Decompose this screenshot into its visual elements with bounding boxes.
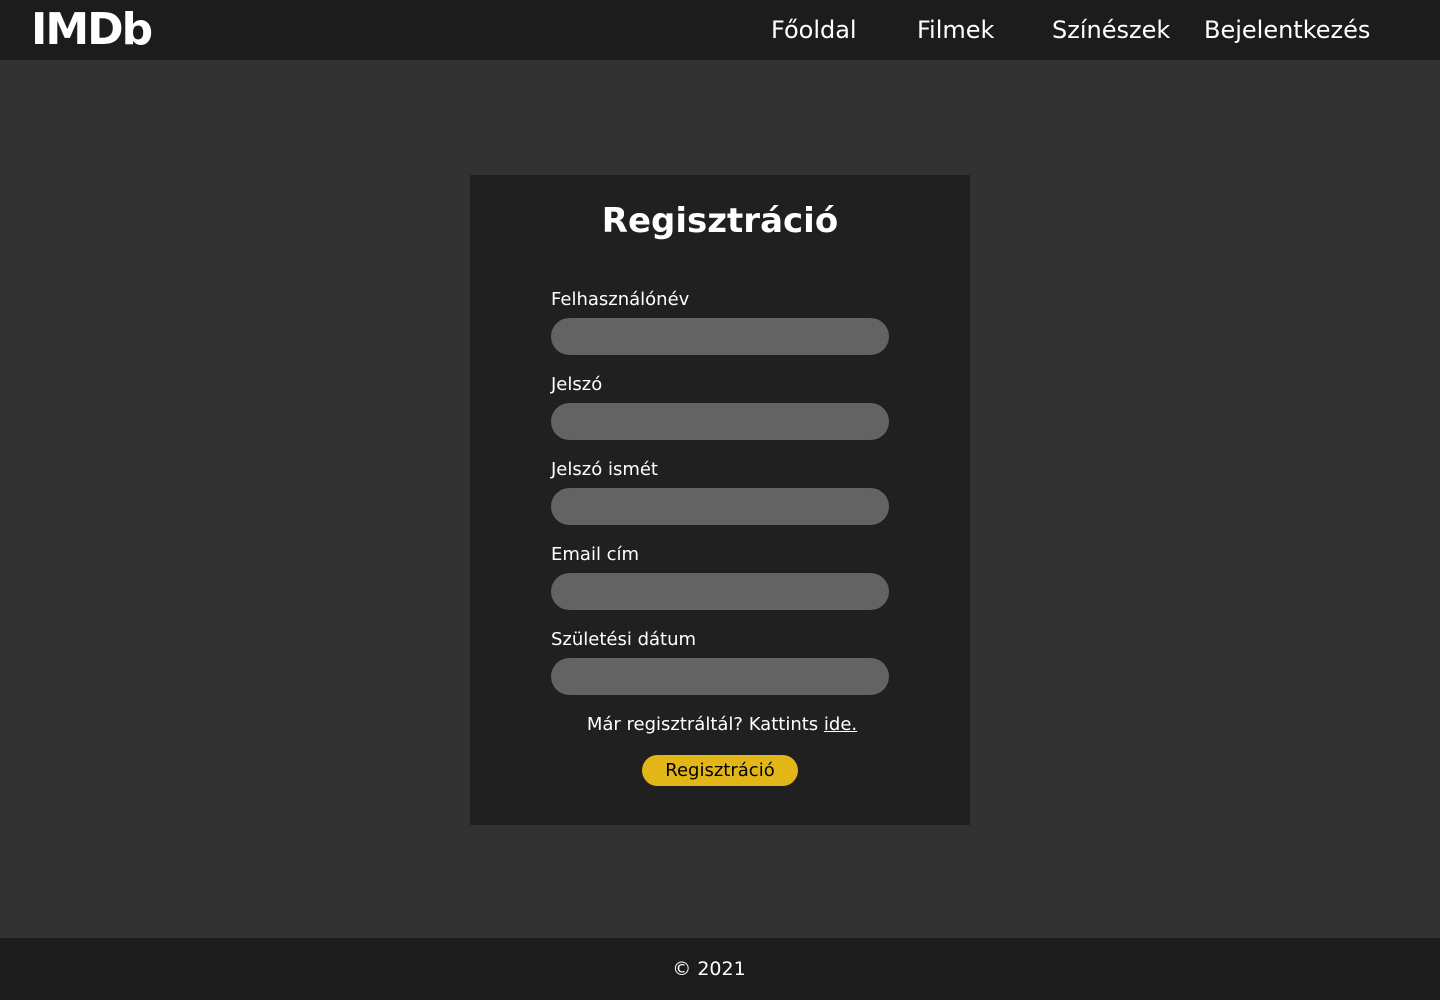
nav-link-home[interactable]: Főoldal (771, 14, 857, 46)
navbar: IMDb Főoldal Filmek Színészek Bejelentke… (0, 0, 1440, 60)
username-label: Felhasználónév (551, 289, 690, 310)
birth-date-label: Születési dátum (551, 629, 697, 650)
footer: © 2021 (0, 938, 1440, 1000)
nav-link-login[interactable]: Bejelentkezés (1204, 14, 1370, 46)
register-button[interactable]: Regisztráció (642, 755, 798, 786)
password-input[interactable] (551, 403, 889, 440)
email-label: Email cím (551, 544, 640, 565)
password-again-input[interactable] (551, 488, 889, 525)
password-again-label: Jelszó ismét (551, 459, 658, 480)
login-link[interactable]: ide. (824, 714, 857, 735)
imdb-logo[interactable]: IMDb (31, 4, 153, 56)
email-input[interactable] (551, 573, 889, 610)
password-label: Jelszó (551, 374, 603, 395)
username-input[interactable] (551, 318, 889, 355)
login-hint: Már regisztráltál? Kattints ide. (470, 713, 970, 737)
birth-date-input[interactable] (551, 658, 889, 695)
registration-card: Regisztráció Felhasználónév Jelszó Jelsz… (470, 175, 970, 825)
login-hint-text: Már regisztráltál? Kattints (586, 714, 819, 735)
main-content: Regisztráció Felhasználónév Jelszó Jelsz… (0, 60, 1440, 938)
copyright-text: © 2021 (672, 958, 746, 980)
nav-link-actors[interactable]: Színészek (1052, 14, 1170, 46)
nav-link-movies[interactable]: Filmek (917, 14, 994, 46)
page-title: Regisztráció (601, 201, 839, 241)
